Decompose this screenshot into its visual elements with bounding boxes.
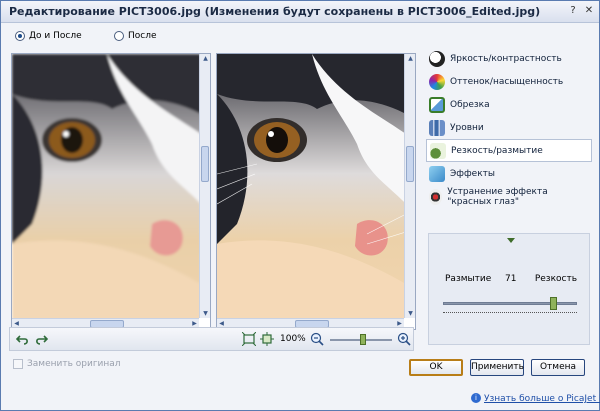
radio-after[interactable]: После — [114, 29, 157, 43]
help-button[interactable]: ? — [567, 5, 579, 17]
zoom-in-icon[interactable] — [397, 332, 411, 346]
collapse-arrow-icon[interactable] — [507, 238, 515, 243]
vertical-scroll-thumb[interactable] — [201, 146, 209, 182]
before-vertical-scrollbar[interactable]: ▲ ▼ — [199, 54, 210, 318]
close-button[interactable]: ✕ — [583, 5, 595, 17]
sharpness-settings: Размытие 71 Резкость — [428, 233, 590, 345]
scroll-up-icon[interactable]: ▲ — [201, 54, 210, 63]
replace-original-option[interactable]: Заменить оригинал — [13, 359, 121, 369]
apply-button[interactable]: Применить — [470, 359, 524, 376]
dialog-content: До и После После ▲ ▼ ◀ ▶ ▲ ▼ ◀ ▶ 100% Яр… — [1, 23, 600, 410]
radio-label-before-after: До и После — [29, 31, 82, 41]
radio-label-after: После — [128, 31, 157, 41]
radio-before-after[interactable]: До и После — [15, 29, 82, 43]
cat-image-before — [12, 54, 199, 318]
tool-red-eye[interactable]: Устранение эффекта "красных глаз" — [426, 185, 592, 208]
tool-label: Устранение эффекта "красных глаз" — [447, 186, 548, 207]
tool-sharpness-blur[interactable]: Резкость/размытие — [426, 139, 592, 162]
window-title: Редактирование PICT3006.jpg (Изменения б… — [9, 5, 541, 18]
tool-label: Оттенок/насыщенность — [450, 76, 564, 87]
before-viewport[interactable]: ▲ ▼ ◀ ▶ — [11, 53, 211, 330]
tool-crop[interactable]: Обрезка — [426, 93, 592, 116]
effects-icon — [429, 165, 445, 182]
cat-image-after — [217, 54, 404, 318]
zoom-slider[interactable] — [330, 334, 392, 345]
tool-effects[interactable]: Эффекты — [426, 162, 592, 185]
sharpen-label: Резкость — [534, 274, 577, 284]
after-vertical-scrollbar[interactable]: ▲ ▼ — [404, 54, 415, 318]
tool-brightness-contrast[interactable]: Яркость/контрастность — [426, 47, 592, 70]
ok-button[interactable]: OK — [409, 359, 463, 376]
learn-more-link[interactable]: Узнать больше о PicaJet FX — [484, 394, 600, 404]
scroll-up-icon[interactable]: ▲ — [406, 54, 415, 63]
redo-icon[interactable] — [34, 332, 49, 346]
tool-label: Резкость/размытие — [451, 145, 543, 156]
fit-to-window-icon[interactable] — [241, 331, 257, 347]
zoom-percentage: 100% — [280, 334, 306, 344]
scroll-down-icon[interactable]: ▼ — [201, 309, 210, 318]
brightness-icon — [429, 50, 445, 67]
cancel-button[interactable]: Отмена — [531, 359, 585, 376]
slider-ticks — [443, 312, 577, 316]
sharpness-icon — [430, 142, 446, 159]
sharpness-slider-knob[interactable] — [550, 297, 557, 310]
undo-icon[interactable] — [15, 332, 30, 346]
after-viewport[interactable]: ▲ ▼ ◀ ▶ — [216, 53, 416, 330]
radio-button-selected[interactable] — [15, 31, 25, 41]
replace-original-checkbox[interactable] — [13, 359, 23, 369]
blur-label: Размытие — [445, 274, 492, 284]
actual-size-icon[interactable] — [260, 332, 274, 346]
crop-icon — [429, 96, 445, 113]
hue-icon — [429, 73, 445, 90]
title-bar: Редактирование PICT3006.jpg (Изменения б… — [1, 1, 599, 23]
editor-window: Редактирование PICT3006.jpg (Изменения б… — [0, 0, 600, 411]
replace-original-label: Заменить оригинал — [27, 359, 121, 369]
before-photo — [12, 54, 199, 318]
vertical-scroll-thumb[interactable] — [406, 146, 414, 182]
radio-button[interactable] — [114, 31, 124, 41]
preview-toolbar: 100% — [9, 327, 414, 351]
tool-label: Обрезка — [450, 99, 490, 110]
info-icon: i — [471, 393, 481, 403]
sharpness-slider[interactable] — [443, 297, 577, 310]
tool-hue-saturation[interactable]: Оттенок/насыщенность — [426, 70, 592, 93]
sharpness-value: 71 — [505, 274, 517, 284]
scroll-down-icon[interactable]: ▼ — [406, 309, 415, 318]
red-eye-icon — [429, 188, 443, 205]
tool-levels[interactable]: Уровни — [426, 116, 592, 139]
after-photo — [217, 54, 404, 318]
levels-icon — [429, 119, 445, 136]
tool-label: Эффекты — [450, 168, 495, 179]
tool-label: Уровни — [450, 122, 484, 133]
tool-label: Яркость/контрастность — [450, 53, 562, 64]
zoom-slider-knob[interactable] — [360, 334, 366, 345]
zoom-out-icon[interactable] — [310, 332, 324, 346]
tools-panel: Яркость/контрастность Оттенок/насыщеннос… — [426, 47, 592, 347]
